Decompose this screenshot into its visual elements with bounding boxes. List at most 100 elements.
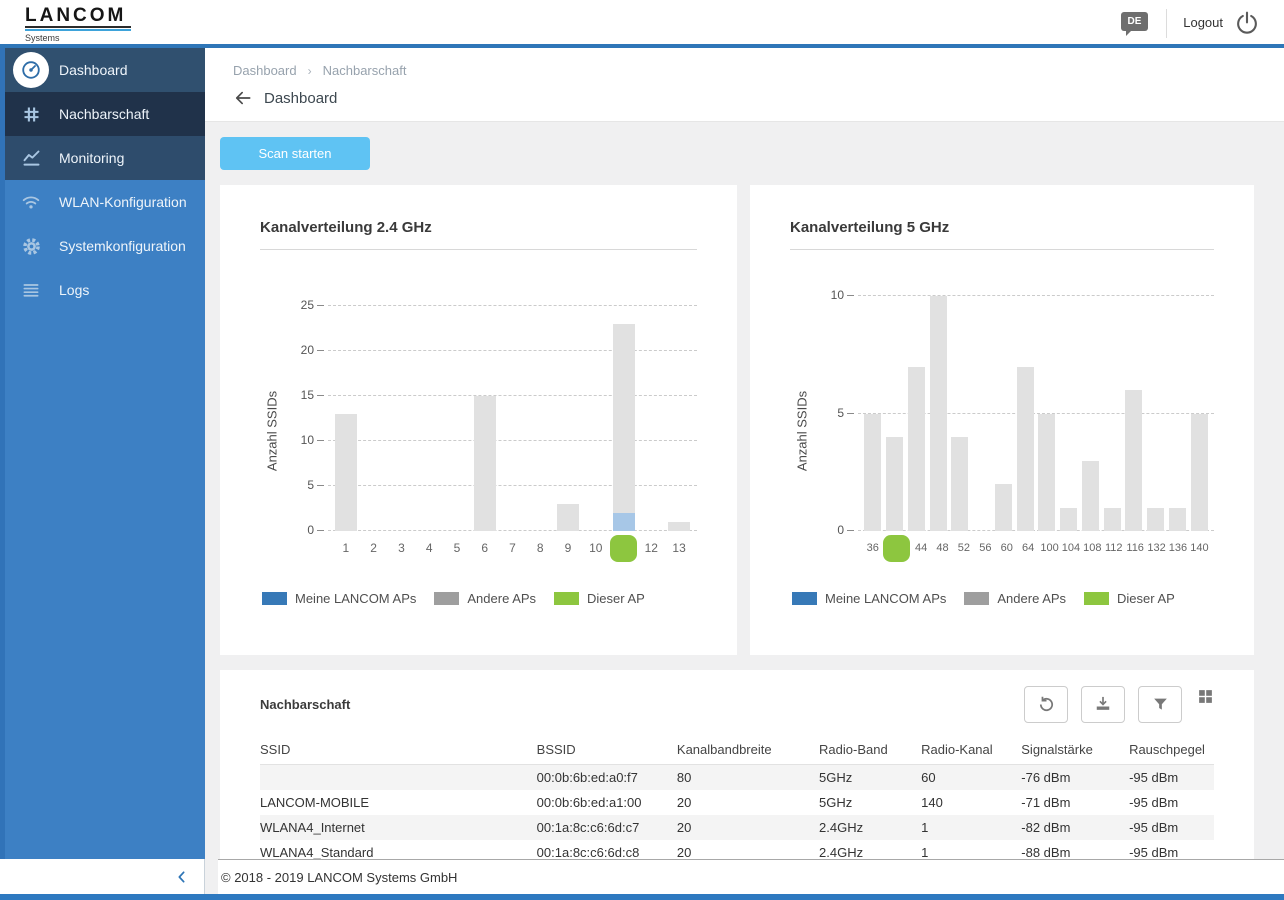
x-axis-tick-label: 48 bbox=[936, 542, 948, 554]
bar-108 bbox=[1082, 461, 1099, 532]
layout-grid-toggle[interactable] bbox=[1197, 688, 1214, 705]
top-header: LANCOM Systems DE Logout bbox=[0, 0, 1284, 48]
x-axis-slot: 132 bbox=[1146, 542, 1167, 554]
table-cell: 20 bbox=[677, 840, 819, 860]
bars-row bbox=[858, 296, 1214, 531]
table-cell: WLANA4_Standard bbox=[260, 840, 537, 860]
x-axis-tick-label: 3 bbox=[398, 541, 405, 555]
breadcrumb-nachbarschaft[interactable]: Nachbarschaft bbox=[323, 63, 407, 78]
legend-item[interactable]: Andere APs bbox=[964, 591, 1066, 606]
legend-swatch bbox=[792, 592, 817, 605]
table-cell: 00:0b:6b:ed:a1:00 bbox=[537, 790, 677, 815]
scan-start-button[interactable]: Scan starten bbox=[220, 137, 370, 170]
x-axis-tick-label: 112 bbox=[1105, 542, 1123, 554]
charts-row: Kanalverteilung 2.4 GHz Anzahl SSIDs 051… bbox=[220, 185, 1254, 655]
sidebar-item-nachbarschaft[interactable]: Nachbarschaft bbox=[5, 92, 205, 136]
table-cell: 00:0b:6b:ed:a0:f7 bbox=[537, 765, 677, 791]
sidebar-item-systemkonfiguration[interactable]: Systemkonfiguration bbox=[5, 224, 205, 268]
gear-icon bbox=[18, 236, 44, 257]
bar-slot-100 bbox=[1036, 414, 1058, 532]
legend-item[interactable]: Dieser AP bbox=[1084, 591, 1175, 606]
footer: © 2018 - 2019 LANCOM Systems GmbH bbox=[218, 859, 1284, 894]
x-axis-tick-label: 108 bbox=[1083, 542, 1101, 554]
back-arrow-icon[interactable] bbox=[233, 88, 253, 108]
y-axis-tick-label: 0 bbox=[286, 523, 324, 537]
bar-40 bbox=[886, 437, 903, 531]
table-cell: 80 bbox=[677, 765, 819, 791]
logo-wordmark: LANCOM bbox=[25, 6, 131, 25]
legend-label: Andere APs bbox=[997, 591, 1066, 606]
power-icon[interactable] bbox=[1233, 9, 1261, 37]
sidebar-item-dashboard[interactable]: Dashboard bbox=[5, 48, 205, 92]
x-axis-tick-label: 44 bbox=[915, 542, 927, 554]
bar-slot-52 bbox=[949, 437, 971, 531]
bar-segment bbox=[908, 367, 925, 532]
table-cell: -71 dBm bbox=[1021, 790, 1129, 815]
table-cell: 2.4GHz bbox=[819, 840, 921, 860]
bar-slot-48 bbox=[927, 296, 949, 531]
filter-funnel-icon bbox=[1151, 695, 1170, 714]
language-badge[interactable]: DE bbox=[1121, 12, 1148, 31]
table-cell: 00:1a:8c:c6:6d:c7 bbox=[537, 815, 677, 840]
sidebar-item-logs[interactable]: Logs bbox=[5, 268, 205, 312]
bar-slot-6 bbox=[471, 396, 499, 531]
download-button[interactable] bbox=[1081, 686, 1125, 723]
sidebar-collapse-button[interactable] bbox=[0, 859, 205, 894]
x-axis-tick-label: 64 bbox=[1022, 542, 1034, 554]
x-axis-tick-label: 10 bbox=[589, 541, 602, 555]
x-axis-slot: 7 bbox=[499, 541, 527, 555]
lancom-logo[interactable]: LANCOM Systems bbox=[25, 6, 131, 43]
y-axis-tick-label: 10 bbox=[816, 288, 854, 302]
bar-slot-104 bbox=[1058, 508, 1080, 532]
breadcrumb-dashboard[interactable]: Dashboard bbox=[233, 63, 297, 78]
filter-button[interactable] bbox=[1138, 686, 1182, 723]
legend-swatch bbox=[434, 592, 459, 605]
dashboard-body: Scan starten Kanalverteilung 2.4 GHz Anz… bbox=[205, 122, 1284, 860]
bar-segment bbox=[886, 437, 903, 531]
legend-item[interactable]: Meine LANCOM APs bbox=[792, 591, 946, 606]
x-axis-tick-label: 6 bbox=[481, 541, 488, 555]
dieser-ap-marker bbox=[610, 535, 637, 562]
header-divider bbox=[1166, 9, 1167, 38]
bar-slot-116 bbox=[1123, 390, 1145, 531]
chart-body: Anzahl SSIDs 0510 3644485256606410010410… bbox=[790, 296, 1214, 565]
x-axis-tick-label: 116 bbox=[1126, 542, 1144, 554]
sidebar-item-monitoring[interactable]: Monitoring bbox=[5, 136, 205, 180]
bar-slot-108 bbox=[1080, 461, 1102, 532]
x-axis-tick-label: 60 bbox=[1001, 542, 1013, 554]
x-axis-labels: 36444852566064100104108112116132136140 bbox=[858, 531, 1214, 565]
x-axis-slot: 12 bbox=[637, 541, 665, 555]
sidebar-item-label: Nachbarschaft bbox=[59, 106, 149, 122]
table-toolbar bbox=[1011, 686, 1214, 723]
app-window: LANCOM Systems DE Logout Dashboard bbox=[0, 0, 1284, 900]
x-axis-tick-label: 4 bbox=[426, 541, 433, 555]
refresh-button[interactable] bbox=[1024, 686, 1068, 723]
table-cell: 140 bbox=[921, 790, 1021, 815]
column-header: Radio-Kanal bbox=[921, 736, 1021, 765]
y-axis-tick-label: 25 bbox=[286, 298, 324, 312]
sidebar-nav: Dashboard Nachbarschaft Monitoring bbox=[0, 48, 205, 859]
x-axis-slot: 112 bbox=[1103, 542, 1124, 554]
column-header: Kanalbandbreite bbox=[677, 736, 819, 765]
bar-slot-36 bbox=[862, 414, 884, 532]
x-axis-slot: 64 bbox=[1017, 542, 1038, 554]
legend-item[interactable]: Andere APs bbox=[434, 591, 536, 606]
table-cell: -76 dBm bbox=[1021, 765, 1129, 791]
legend-label: Dieser AP bbox=[1117, 591, 1175, 606]
bar-segment bbox=[995, 484, 1012, 531]
breadcrumb-zone: Dashboard › Nachbarschaft Dashboard bbox=[205, 48, 1284, 122]
bar-segment bbox=[613, 513, 635, 531]
logout-button[interactable]: Logout bbox=[1183, 15, 1223, 30]
sidebar-item-label: Monitoring bbox=[59, 150, 124, 166]
x-axis-slot: 9 bbox=[554, 541, 582, 555]
page-title-row: Dashboard bbox=[233, 88, 1284, 108]
y-axis-tick-label: 20 bbox=[286, 343, 324, 357]
bar-slot-9 bbox=[554, 504, 582, 531]
legend-item[interactable]: Meine LANCOM APs bbox=[262, 591, 416, 606]
table-cell: 00:1a:8c:c6:6d:c8 bbox=[537, 840, 677, 860]
neighborhood-table-card: Nachbarschaft bbox=[220, 670, 1254, 860]
sidebar-item-wlan-konfiguration[interactable]: WLAN-Konfiguration bbox=[5, 180, 205, 224]
legend-item[interactable]: Dieser AP bbox=[554, 591, 645, 606]
y-axis-tick-label: 5 bbox=[286, 478, 324, 492]
bar-1 bbox=[335, 414, 357, 531]
